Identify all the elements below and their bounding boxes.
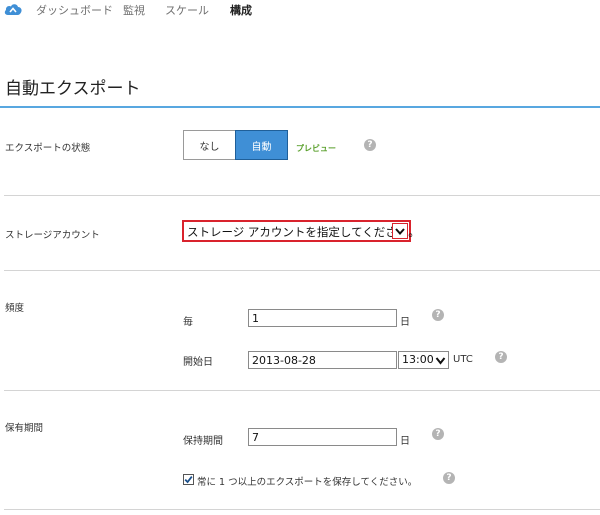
storage-account-value: ストレージ アカウントを指定してください。 [187, 225, 420, 239]
export-auto-button[interactable]: 自動 [235, 130, 288, 160]
keep-period-label: 保持期間 [183, 436, 223, 447]
section-divider [4, 270, 600, 271]
export-state-toggle: なし 自動 [183, 130, 288, 160]
storage-dropdown-button[interactable] [392, 223, 408, 239]
section-divider [4, 195, 600, 196]
help-icon[interactable]: ? [443, 472, 455, 484]
nav-configure[interactable]: 構成 [230, 2, 252, 18]
always-keep-checkbox[interactable] [183, 474, 194, 485]
help-icon[interactable]: ? [495, 351, 507, 363]
export-none-button[interactable]: なし [184, 131, 235, 159]
cloud-logo-icon [4, 4, 22, 15]
storage-account-select[interactable]: ストレージ アカウントを指定してください。 [182, 220, 420, 242]
help-icon[interactable]: ? [432, 428, 444, 440]
retention-days-input[interactable] [248, 428, 397, 446]
timezone-label: UTC [453, 354, 473, 365]
retention-unit: 日 [400, 436, 410, 447]
start-date-label: 開始日 [183, 357, 213, 368]
retention-label: 保有期間 [5, 423, 44, 434]
frequency-input[interactable] [248, 309, 397, 327]
chevron-down-icon [435, 357, 446, 365]
help-icon[interactable]: ? [432, 309, 444, 321]
start-time-value: 13:00 [402, 353, 434, 366]
always-keep-label: 常に 1 つ以上のエクスポートを保存してください。 [197, 477, 418, 488]
frequency-unit: 日 [400, 317, 410, 328]
every-label: 毎 [183, 317, 193, 328]
checkmark-icon [184, 476, 193, 484]
section-divider [4, 390, 600, 391]
storage-account-label: ストレージアカウント [5, 230, 100, 241]
section-divider [4, 509, 600, 510]
help-icon[interactable]: ? [364, 139, 376, 151]
export-state-label: エクスポートの状態 [5, 143, 91, 154]
nav-monitor[interactable]: 監視 [123, 2, 145, 18]
title-divider [0, 106, 600, 108]
start-time-select[interactable]: 13:00 [398, 351, 449, 369]
preview-badge: プレビュー [296, 144, 336, 153]
start-date-input[interactable] [248, 351, 397, 369]
chevron-down-icon [395, 228, 405, 236]
nav-dashboard[interactable]: ダッシュボード [36, 2, 113, 18]
page-title: 自動エクスポート [5, 79, 141, 99]
frequency-label: 頻度 [5, 303, 25, 314]
nav-scale[interactable]: スケール [165, 2, 209, 18]
